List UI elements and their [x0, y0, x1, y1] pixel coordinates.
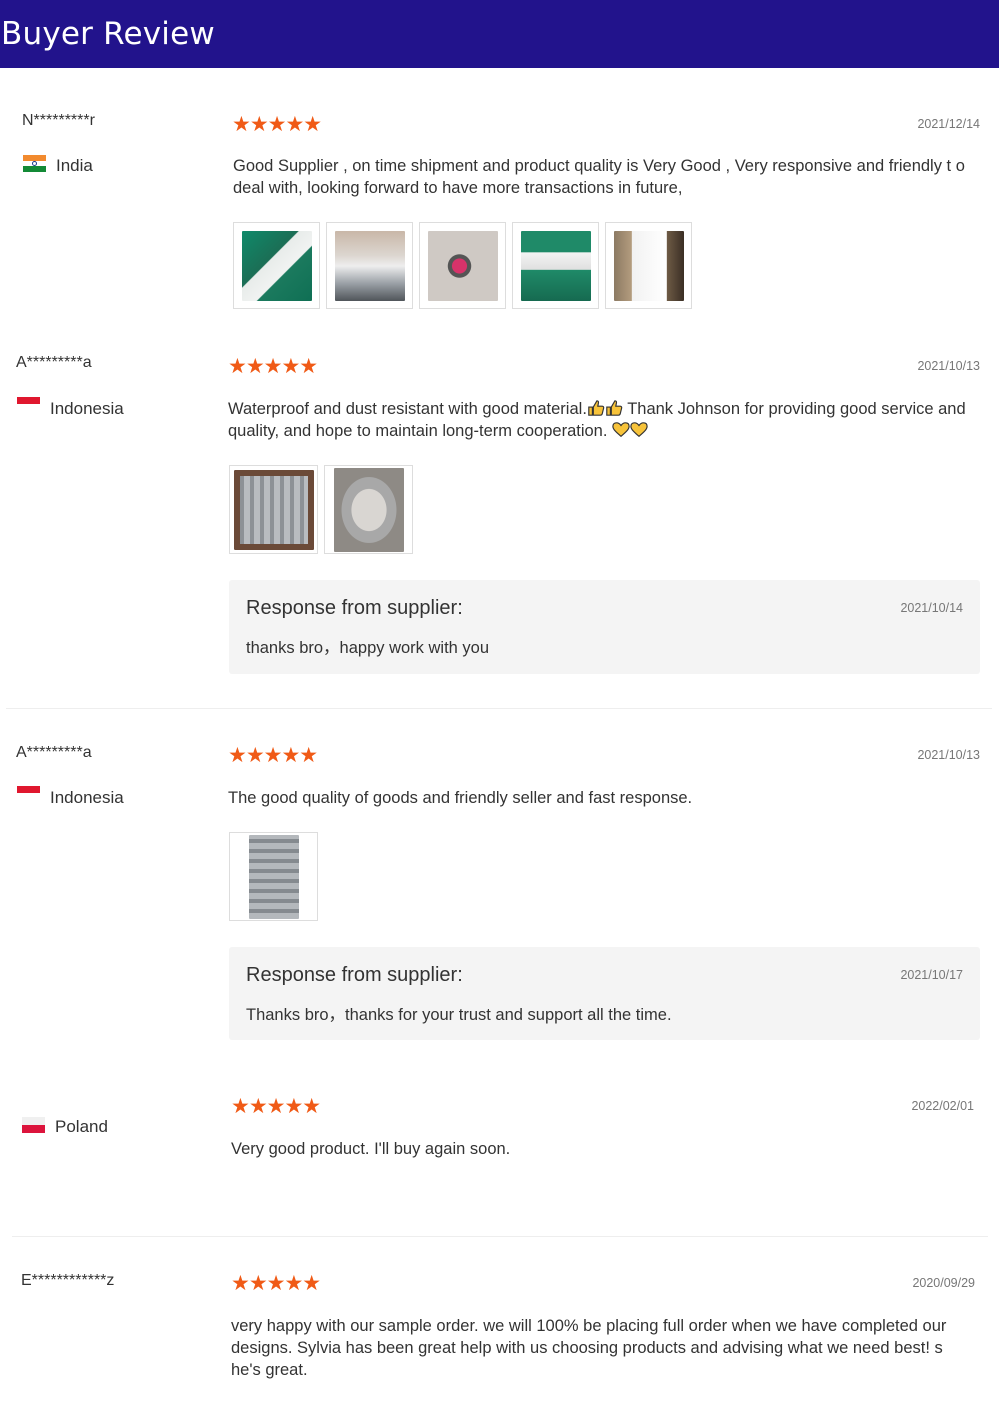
rating-stars: ★★★★★ [231, 1095, 321, 1118]
supplier-response: Response from supplier: 2021/10/17 Thank… [229, 947, 980, 1040]
review-divider [6, 708, 992, 709]
buyer-country: Indonesia [50, 399, 124, 418]
page-title: Buyer Review [1, 16, 215, 52]
supplier-response: Response from supplier: 2021/10/14 thank… [229, 580, 980, 674]
review-text: Very good product. I'll buy again soon. [231, 1140, 511, 1158]
buyer-name: E************z [21, 1272, 115, 1289]
review-text-part: Waterproof and dust resistant with good … [228, 400, 587, 418]
review-date: 2021/10/13 [917, 359, 980, 373]
handshake-heart-icon [630, 422, 648, 438]
response-text: thanks bro，happy work with you [246, 639, 490, 657]
rating-stars: ★★★★★ [228, 744, 318, 767]
poland-flag-icon [22, 1117, 45, 1133]
review-image-thumb[interactable] [326, 222, 413, 309]
review-date: 2021/10/13 [917, 748, 980, 762]
rating-stars: ★★★★★ [232, 113, 322, 136]
review-date: 2021/12/14 [917, 117, 980, 131]
review-image-thumb[interactable] [229, 832, 318, 921]
review-text: very happy with our sample order. we wil… [231, 1317, 947, 1379]
review-images [233, 222, 692, 309]
indonesia-flag-icon [17, 397, 40, 411]
rating-stars: ★★★★★ [228, 355, 318, 378]
buyer-name: A*********a [16, 744, 92, 761]
review-image-thumb[interactable] [512, 222, 599, 309]
response-title: Response from supplier: [246, 597, 463, 619]
review-image-thumb[interactable] [324, 465, 413, 554]
review-text: Waterproof and dust resistant with good … [228, 398, 980, 442]
indonesia-flag-icon [17, 786, 40, 800]
review-image-thumb[interactable] [605, 222, 692, 309]
review-divider [12, 1236, 988, 1237]
review-date: 2020/09/29 [912, 1276, 975, 1290]
buyer-country: Indonesia [50, 788, 124, 807]
review-images [229, 465, 413, 554]
handshake-heart-icon [612, 422, 630, 438]
review-text: Good Supplier , on time shipment and pro… [233, 157, 965, 197]
response-title: Response from supplier: [246, 964, 463, 986]
response-text: Thanks bro，thanks for your trust and sup… [246, 1006, 672, 1024]
buyer-name: N*********r [22, 112, 95, 129]
review-image-thumb[interactable] [233, 222, 320, 309]
response-date: 2021/10/14 [900, 601, 963, 615]
india-flag-icon [23, 155, 46, 172]
review-text: The good quality of goods and friendly s… [228, 789, 693, 807]
page-header: Buyer Review [0, 0, 999, 68]
buyer-country: India [56, 156, 93, 175]
review-date: 2022/02/01 [911, 1099, 974, 1113]
review-image-thumb[interactable] [229, 465, 318, 554]
thumbs-up-icon [588, 400, 605, 416]
review-image-thumb[interactable] [419, 222, 506, 309]
buyer-name: A*********a [16, 354, 92, 371]
buyer-country: Poland [55, 1117, 108, 1136]
rating-stars: ★★★★★ [231, 1272, 321, 1295]
response-date: 2021/10/17 [900, 968, 963, 982]
thumbs-up-icon [606, 400, 623, 416]
review-images [229, 832, 318, 921]
